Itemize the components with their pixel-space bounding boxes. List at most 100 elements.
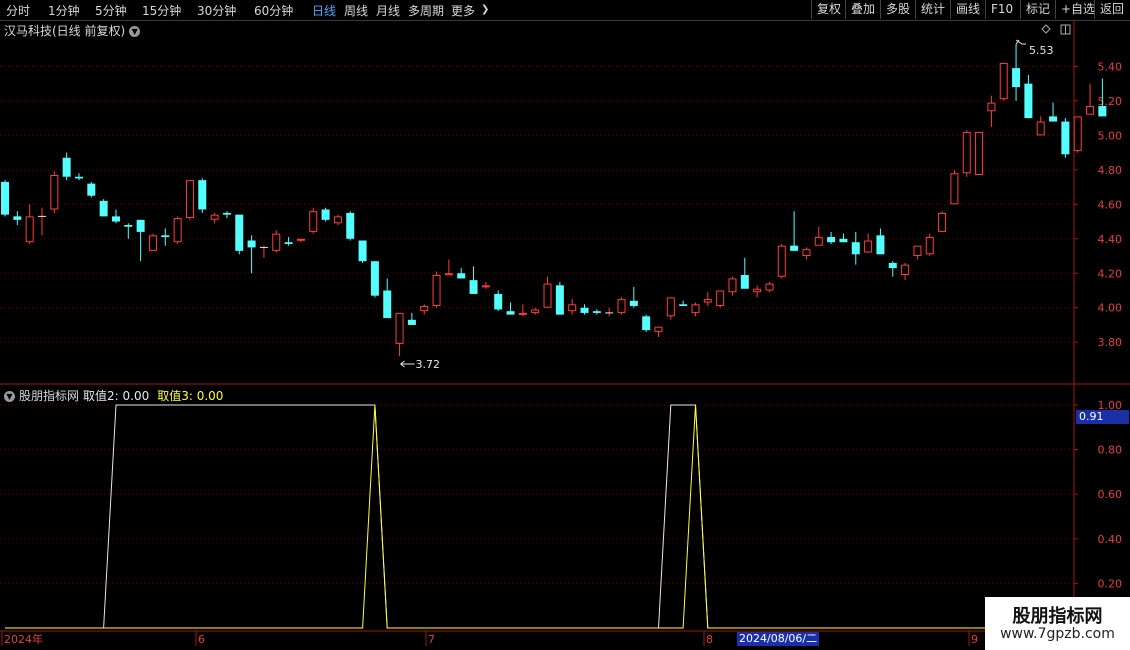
candle-body-up bbox=[666, 297, 675, 317]
candle-body-up bbox=[716, 290, 725, 307]
candle-body-down bbox=[74, 176, 83, 179]
candle-body-down bbox=[839, 238, 848, 243]
candle-body-down bbox=[383, 290, 392, 319]
low-price-label: 3.72 bbox=[416, 358, 441, 371]
kline-chart[interactable]: 5.405.205.004.804.604.404.204.003.801.00… bbox=[0, 0, 1130, 650]
candle-body-up bbox=[185, 180, 194, 219]
price-tick-label: 3.80 bbox=[1098, 336, 1123, 349]
price-tick-label: 4.00 bbox=[1098, 302, 1123, 315]
candle-body-up bbox=[296, 238, 305, 241]
candle-body-down bbox=[1049, 116, 1058, 122]
candle-body-down bbox=[790, 245, 799, 251]
candle-body-down bbox=[346, 212, 355, 239]
candle-body-up bbox=[753, 288, 762, 293]
candle-body-down bbox=[321, 209, 330, 220]
candle-body-down bbox=[358, 240, 367, 262]
candle-body-down bbox=[1098, 106, 1107, 117]
high-price-label: 5.53 bbox=[1029, 44, 1054, 57]
candle-body-up bbox=[1086, 106, 1095, 115]
indicator-name: 股朋指标网 bbox=[19, 389, 80, 403]
candle-body-down bbox=[629, 300, 638, 307]
date-label-aug: 8 bbox=[706, 633, 713, 646]
low-arrow bbox=[400, 360, 415, 368]
candle-body-up bbox=[777, 245, 786, 277]
date-label-jul: 7 bbox=[428, 633, 435, 646]
candle-body-up bbox=[765, 283, 774, 291]
candle-body-down bbox=[124, 224, 133, 227]
candle-body-up bbox=[1036, 121, 1045, 136]
candle-body-down bbox=[827, 237, 836, 243]
price-tick-label: 4.40 bbox=[1098, 233, 1123, 246]
current-value-marker: 0.91 bbox=[1076, 410, 1129, 424]
candle-body-up bbox=[703, 299, 712, 303]
value2-readout: 取值2: 0.00 bbox=[83, 389, 150, 403]
candle-body-down bbox=[284, 242, 293, 244]
candle-body-up bbox=[481, 285, 490, 288]
diamond-icon bbox=[1041, 24, 1051, 34]
candle-body-up bbox=[802, 249, 811, 257]
candle-body-down bbox=[740, 274, 749, 289]
candle-body-up bbox=[432, 274, 441, 307]
indicator-line-2 bbox=[5, 404, 1103, 629]
chevron-down-icon[interactable]: ▼ bbox=[4, 391, 15, 402]
candle-body-down bbox=[876, 235, 885, 255]
indicator-title: ▼ 股朋指标网 取值2: 0.00 取值3: 0.00 bbox=[4, 387, 223, 404]
candle-body-up bbox=[210, 214, 219, 220]
crosshair-date: 2024/08/06/二 bbox=[737, 632, 820, 646]
candle-body-up bbox=[395, 312, 404, 344]
date-label-2024: 2024年 bbox=[4, 632, 43, 646]
high-arrow bbox=[1015, 39, 1027, 45]
candle-body-down bbox=[679, 304, 688, 307]
candle-body-up bbox=[148, 235, 157, 251]
candle-body-up bbox=[691, 304, 700, 313]
watermark: 股朋指标网 www.7gpzb.com bbox=[985, 597, 1130, 650]
candle-body-down bbox=[494, 293, 503, 310]
watermark-title: 股朋指标网 bbox=[1012, 606, 1103, 627]
candle-body-down bbox=[99, 200, 108, 217]
stock-title: 汉马科技(日线 前复权) ▼ bbox=[4, 22, 141, 39]
price-tick-label: 5.20 bbox=[1098, 95, 1123, 108]
candle-body-up bbox=[309, 211, 318, 232]
candle-body-down bbox=[247, 240, 256, 248]
candle-body-up bbox=[617, 299, 626, 313]
candle-body-up bbox=[987, 102, 996, 112]
date-label-sep: 9 bbox=[971, 633, 978, 646]
candle-body-down bbox=[592, 311, 601, 313]
candle-body-down bbox=[198, 180, 207, 210]
indicator-line-3 bbox=[5, 404, 1103, 629]
candle-body-down bbox=[1012, 68, 1021, 88]
price-tick-label: 4.60 bbox=[1098, 198, 1123, 211]
candle-body-up bbox=[568, 304, 577, 312]
candle-body-up bbox=[1073, 116, 1082, 151]
candle-body-down bbox=[580, 307, 589, 313]
candle-body-up bbox=[864, 240, 873, 253]
candle-body-up bbox=[814, 237, 823, 246]
candle-body-down bbox=[62, 157, 71, 177]
candle-body-up bbox=[173, 218, 182, 243]
candle-body-up bbox=[25, 216, 34, 243]
candle-body-down bbox=[555, 285, 564, 315]
candle-body-down bbox=[1024, 83, 1033, 119]
candle-body-down bbox=[457, 273, 466, 279]
indicator-tick-label: 0.60 bbox=[1098, 488, 1123, 501]
candle-body-up bbox=[938, 212, 947, 232]
candle-body-down bbox=[370, 261, 379, 296]
candle-body-up bbox=[272, 233, 281, 251]
candle-body-down bbox=[1, 181, 9, 215]
candle-body-up bbox=[950, 173, 959, 205]
candle-body-down bbox=[111, 216, 120, 222]
candle-body-down bbox=[161, 235, 170, 238]
candle-body-down bbox=[642, 316, 651, 331]
candle-body-down bbox=[222, 212, 231, 215]
indicator-tick-label: 0.40 bbox=[1098, 533, 1123, 546]
candle-body-up bbox=[654, 326, 663, 332]
price-tick-label: 5.40 bbox=[1098, 60, 1123, 73]
stock-title-text: 汉马科技(日线 前复权) bbox=[4, 24, 126, 38]
candle-body-down bbox=[506, 311, 515, 315]
candle-body-up bbox=[728, 278, 737, 293]
chevron-down-icon[interactable]: ▼ bbox=[129, 26, 141, 37]
price-tick-label: 4.20 bbox=[1098, 267, 1123, 280]
candle-body-down bbox=[407, 319, 416, 325]
indicator-tick-label: 0.20 bbox=[1098, 577, 1123, 590]
candle-body-down bbox=[469, 280, 478, 294]
